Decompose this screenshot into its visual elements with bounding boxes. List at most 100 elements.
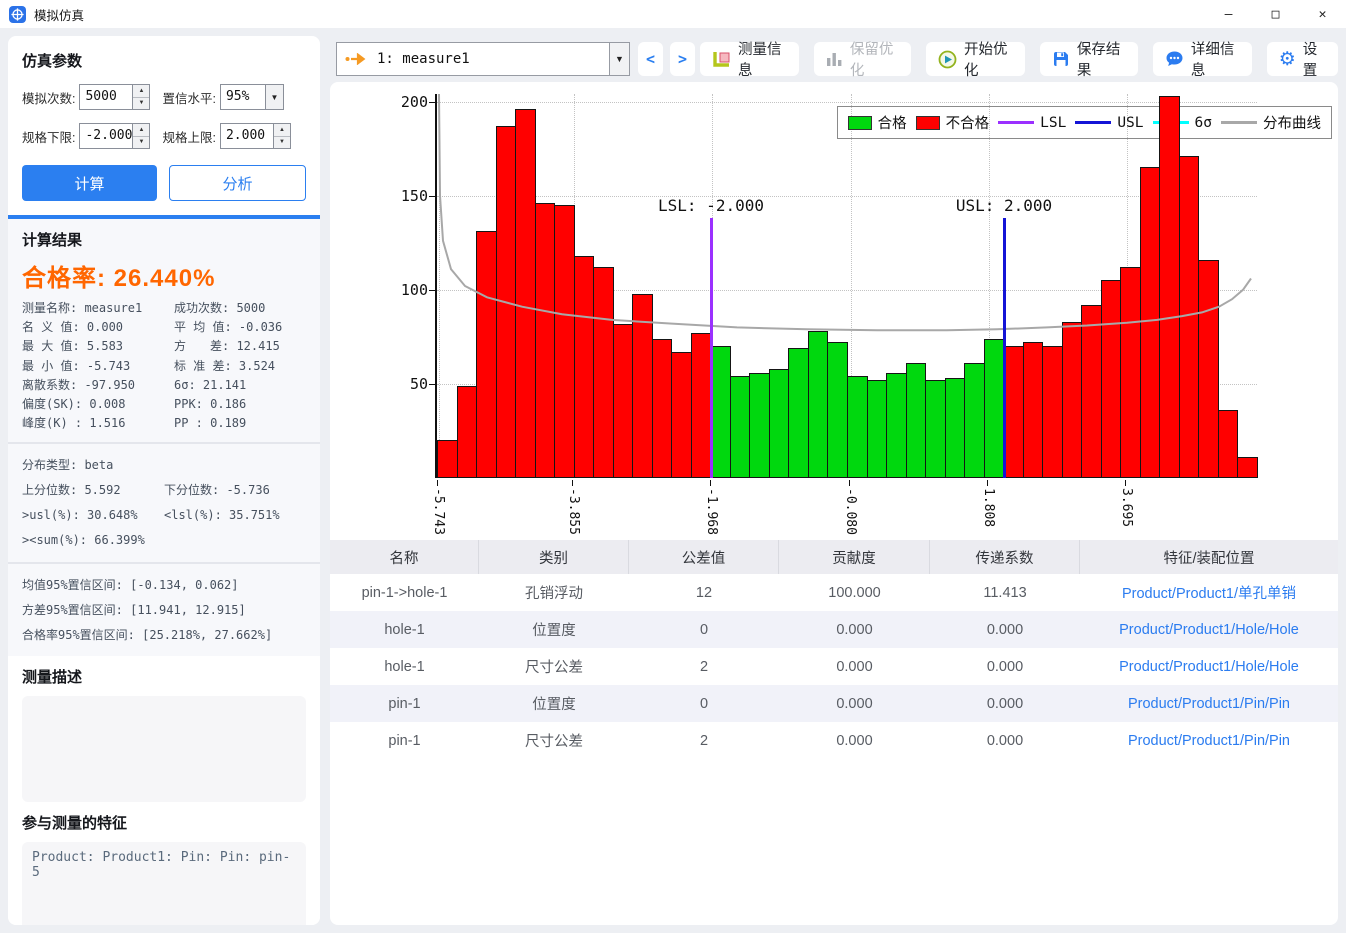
table-cell: 0.000 [930,648,1080,685]
table-header-row: 名称类别公差值贡献度传递系数特征/装配位置 [330,540,1338,574]
stat-line: 平 均 值: -0.036 [174,318,282,337]
titlebar: 模拟仿真 — □ ✕ [0,0,1346,28]
description-textarea[interactable] [22,696,306,802]
stat-label: 平 均 值: [174,320,232,334]
stat-value: 21.141 [196,378,247,392]
main-panel: LSL: -2.000USL: 2.000 合格不合格LSLUSL6σ分布曲线 … [330,82,1338,925]
minimize-icon[interactable]: — [1205,0,1252,28]
sim-count-spinner[interactable]: 5000 ▲▼ [79,84,150,110]
table-cell: 尺寸公差 [479,648,629,685]
stat-label: 成功次数: [174,301,229,315]
stat-label: 名 义 值: [22,320,80,334]
details-icon [1165,50,1184,68]
table-row[interactable]: hole-1尺寸公差20.0000.000Product/Product1/Ho… [330,648,1338,685]
stat-label: 最 小 值: [22,359,80,373]
spinner-up-icon[interactable]: ▲ [133,124,149,137]
table-cell: 孔销浮动 [479,574,629,611]
start-optimize-button[interactable]: 开始优化 [926,42,1025,76]
upper-spec-value[interactable]: 2.000 [221,124,273,148]
chart-plot: LSL: -2.000USL: 2.000 [435,94,1255,478]
measure-select-value[interactable]: 1: measure1 [377,51,470,67]
settings-button[interactable]: ⚙设置 [1267,42,1338,76]
feature-path-link[interactable]: Product/Product1/Pin/Pin [1080,685,1338,722]
calculate-button[interactable]: 计算 [22,165,157,201]
table-cell: 尺寸公差 [479,722,629,759]
table-row[interactable]: hole-1位置度00.0000.000Product/Product1/Hol… [330,611,1338,648]
stat-value: 12.415 [229,339,280,353]
legend-label: 分布曲线 [1263,112,1321,133]
distribution-curve [437,94,1257,478]
chevron-down-icon[interactable]: ▼ [265,85,283,109]
stats-left: 测量名称: measure1名 义 值: 0.000最 大 值: 5.583最 … [22,299,174,433]
stat-value: 66.399% [87,533,145,547]
lower-spec-value[interactable]: -2.000 [80,124,132,148]
feature-path-link[interactable]: Product/Product1/Pin/Pin [1080,722,1338,759]
spinner-up-icon[interactable]: ▲ [133,85,149,98]
measured-features-section: 参与测量的特征 Product: Product1: Pin: Pin: pin… [8,802,320,925]
x-tick-label: 3.695 [1119,488,1134,527]
maximize-icon[interactable]: □ [1252,0,1299,28]
spinner-down-icon[interactable]: ▼ [133,137,149,149]
sim-count-value[interactable]: 5000 [80,85,132,109]
chevron-down-icon[interactable]: ▼ [609,43,629,75]
details-button[interactable]: 详细信息 [1153,42,1252,76]
stat-label: 下分位数: [164,483,219,497]
table-cell: 位置度 [479,685,629,722]
measure-select-combobox[interactable]: 1: measure1 ▼ [336,42,630,76]
table-cell: 11.413 [930,574,1080,611]
stat-value: beta [77,458,113,472]
feature-path-link[interactable]: Product/Product1/Hole/Hole [1080,611,1338,648]
confidence-select[interactable]: 95% ▼ [220,84,284,110]
y-tickmark [429,290,435,291]
keep-optimize-button: 保留优化 [814,42,911,76]
table-row[interactable]: pin-1尺寸公差20.0000.000Product/Product1/Pin… [330,722,1338,759]
stat-line: 成功次数: 5000 [174,299,282,318]
analyze-button[interactable]: 分析 [169,165,306,201]
confidence-value[interactable]: 95% [221,85,265,109]
stat-label: 峰度(K) : [22,416,82,430]
features-list[interactable]: Product: Product1: Pin: Pin: pin-5 [22,842,306,925]
y-tickmark [429,102,435,103]
sim-count-label: 模拟次数: [22,88,75,107]
lower-spec-spinner[interactable]: -2.000 ▲▼ [79,123,150,149]
upper-spec-spinner[interactable]: 2.000 ▲▼ [220,123,291,149]
dist-stat: ><sum(%): 66.399% [22,528,174,553]
table-row[interactable]: pin-1->hole-1孔销浮动12100.00011.413Product/… [330,574,1338,611]
stat-label: 分布类型: [22,458,77,472]
feature-path-link[interactable]: Product/Product1/Hole/Hole [1080,648,1338,685]
start-optimize-icon [938,50,957,69]
table-cell: 0.000 [930,611,1080,648]
ci-line: 合格率95%置信区间: [25.218%, 27.662%] [22,623,306,648]
feature-path-link[interactable]: Product/Product1/单孔单销 [1080,574,1338,611]
app-icon [9,6,26,23]
x-tickmark [572,480,573,486]
contribution-table: 名称类别公差值贡献度传递系数特征/装配位置 pin-1->hole-1孔销浮动1… [330,540,1338,759]
table-row[interactable]: pin-1位置度00.0000.000Product/Product1/Pin/… [330,685,1338,722]
table-cell: pin-1 [330,685,479,722]
stat-value: 0.186 [203,397,246,411]
stat-label: 标 准 差: [174,359,232,373]
spinner-up-icon[interactable]: ▲ [274,124,290,137]
measure-info-button[interactable]: 测量信息 [700,42,799,76]
table-cell: 0.000 [779,722,930,759]
nav-back-button[interactable]: < [638,42,663,76]
close-icon[interactable]: ✕ [1299,0,1346,28]
measure-description-section: 测量描述 [8,656,320,802]
save-results-label: 保存结果 [1077,38,1126,80]
divider [8,442,320,444]
spinner-down-icon[interactable]: ▼ [133,98,149,110]
stat-value: -0.036 [232,320,283,334]
nav-forward-button[interactable]: > [670,42,695,76]
x-tickmark [1125,480,1126,486]
table-header-cell: 贡献度 [779,540,930,574]
params-title: 仿真参数 [22,50,306,71]
histogram-chart: LSL: -2.000USL: 2.000 合格不合格LSLUSL6σ分布曲线 … [330,82,1338,540]
measure-arrow-icon [345,53,367,65]
spinner-down-icon[interactable]: ▼ [274,137,290,149]
measure-info-icon [712,50,731,68]
stat-line: 测量名称: measure1 [22,299,174,318]
table-cell: 0.000 [779,685,930,722]
save-results-button[interactable]: 保存结果 [1040,42,1138,76]
dist-stat: 上分位数: 5.592 [22,478,164,503]
ci-line: 方差95%置信区间: [11.941, 12.915] [22,598,306,623]
